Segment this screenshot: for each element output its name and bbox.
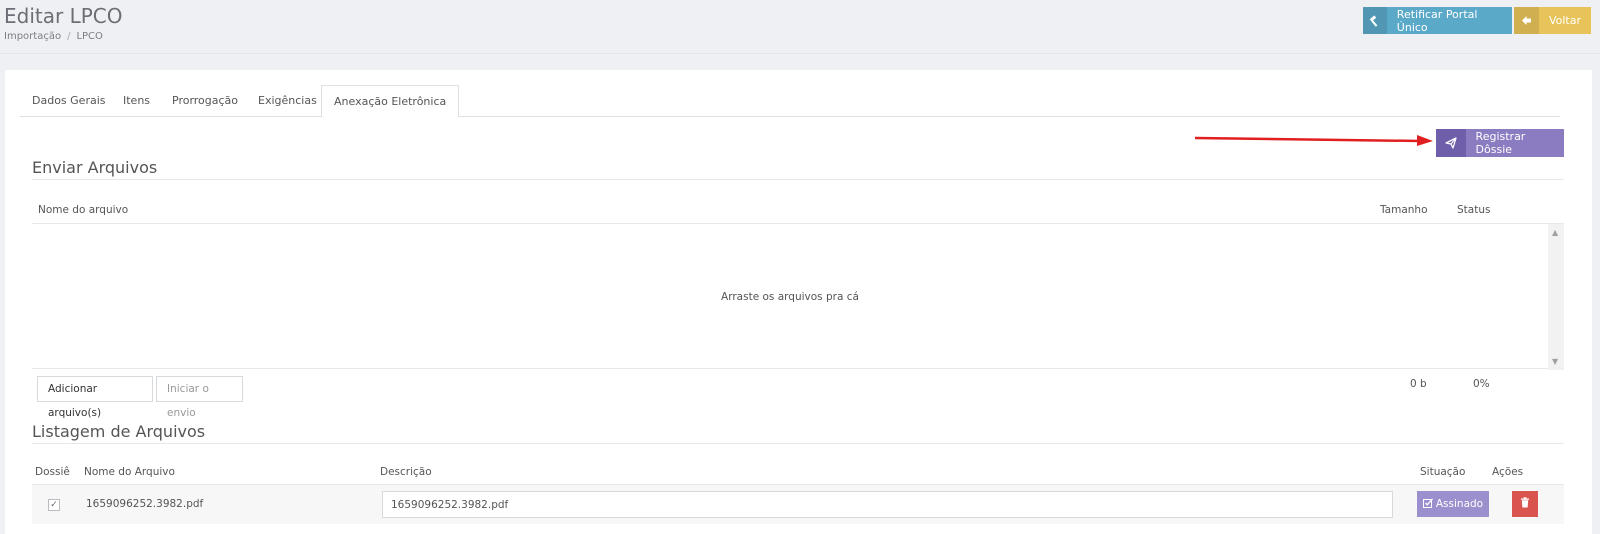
delete-button[interactable] [1512,491,1538,517]
paper-plane-icon [1436,129,1466,157]
breadcrumb-item-importacao[interactable]: Importação [4,31,61,42]
col-descricao: Descrição [380,466,432,478]
total-status: 0% [1473,378,1490,390]
tab-itens[interactable]: Itens [111,85,162,117]
col-nome-do-arquivo: Nome do Arquivo [84,466,175,478]
retificar-label: Retificar Portal Único [1396,7,1478,34]
col-tamanho: Tamanho [1380,204,1428,216]
dossie-checkbox[interactable]: ✓ [48,499,60,511]
scroll-down-icon[interactable]: ▼ [1552,357,1558,366]
tab-prorrogacao[interactable]: Prorrogação [160,85,250,117]
gavel-icon [1363,7,1387,34]
tab-dados-gerais[interactable]: Dados Gerais [20,85,118,117]
tab-exigencias[interactable]: Exigências [246,85,329,117]
adicionar-arquivo-button[interactable]: Adicionar arquivo(s) [37,376,153,419]
page-title: Editar LPCO [4,4,123,28]
section-divider [32,179,1564,180]
registrar-dossie-button[interactable]: Registrar Dôssie [1436,129,1564,157]
tab-bar: Dados Gerais Itens Prorrogação Exigência… [20,85,1560,118]
arrow-left-icon [1514,7,1539,34]
total-size: 0 b [1410,378,1427,390]
col-situacao: Situação [1420,466,1466,478]
table-row: ✓ 1659096252.3982.pdf Assinado [32,484,1564,524]
main-panel: Dados Gerais Itens Prorrogação Exigência… [5,70,1592,534]
breadcrumb: Importação / LPCO [4,31,103,42]
enviar-arquivos-title: Enviar Arquivos [32,158,158,177]
col-status: Status [1457,204,1491,216]
retificar-portal-unico-button[interactable]: Retificar Portal Único [1363,7,1512,34]
row-file-name: 1659096252.3982.pdf [86,498,204,510]
assinado-button[interactable]: Assinado [1417,491,1489,517]
registrar-dossie-label: Registrar Dôssie [1475,130,1526,156]
col-dossie: Dossiê [35,466,70,478]
dropzone-scrollbar[interactable]: ▲ ▼ [1548,224,1564,370]
voltar-button[interactable]: Voltar [1514,7,1591,34]
iniciar-envio-button[interactable]: Iniciar o envio [156,376,243,419]
breadcrumb-item-lpco: LPCO [76,31,103,42]
col-acoes: Ações [1492,466,1524,478]
voltar-label: Voltar [1548,14,1581,27]
dropzone-text: Arraste os arquivos pra cá [721,291,859,303]
assinado-label: Assinado [1435,498,1484,510]
page-header: Editar LPCO Importação / LPCO Retificar Po… [0,0,1600,54]
section-divider [32,443,1564,444]
annotation-arrow [1195,135,1433,146]
tab-anexacao-eletronica[interactable]: Anexação Eletrônica [321,85,460,118]
trash-icon [1520,497,1530,511]
descricao-input[interactable] [382,491,1393,518]
listagem-arquivos-title: Listagem de Arquivos [32,422,206,441]
edit-check-icon [1422,497,1433,511]
col-nome-arquivo: Nome do arquivo [38,204,129,216]
scroll-up-icon[interactable]: ▲ [1552,228,1558,237]
file-dropzone[interactable]: Arraste os arquivos pra cá ▲ ▼ [32,223,1564,370]
